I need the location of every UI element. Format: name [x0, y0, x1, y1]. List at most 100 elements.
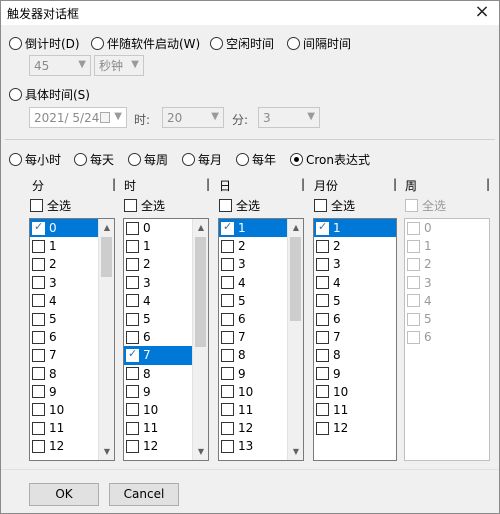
- checkbox[interactable]: [126, 421, 139, 435]
- minute-listbox[interactable]: 0123456789101112 ▲ ▼: [29, 218, 115, 461]
- list-item-minute[interactable]: 2: [30, 255, 98, 273]
- checkbox[interactable]: [221, 348, 234, 362]
- checkbox[interactable]: [126, 439, 139, 453]
- checkbox[interactable]: [32, 294, 45, 308]
- checkbox[interactable]: [221, 367, 234, 381]
- checkbox[interactable]: [126, 312, 139, 326]
- checkbox[interactable]: [316, 257, 329, 271]
- checkbox[interactable]: [221, 439, 234, 453]
- checkbox[interactable]: [316, 348, 329, 362]
- checkbox[interactable]: [316, 385, 329, 399]
- radio-follow-software[interactable]: 伴随软件启动(W): [91, 35, 200, 52]
- list-item-minute[interactable]: 4: [30, 292, 98, 310]
- list-item-hour[interactable]: 8: [124, 365, 192, 383]
- list-item-day[interactable]: 7: [219, 328, 287, 346]
- list-item-minute[interactable]: 9: [30, 383, 98, 401]
- list-item-day[interactable]: 5: [219, 292, 287, 310]
- scroll-down-icon[interactable]: ▼: [193, 443, 208, 460]
- list-item-hour[interactable]: 5: [124, 310, 192, 328]
- checkbox[interactable]: [126, 330, 139, 344]
- checkbox[interactable]: [126, 347, 139, 362]
- checkbox[interactable]: [221, 330, 234, 344]
- list-item-month[interactable]: 5: [314, 292, 396, 310]
- list-item-minute[interactable]: 10: [30, 401, 98, 419]
- list-item-minute[interactable]: 12: [30, 437, 98, 455]
- day-listbox[interactable]: 12345678910111213 ▲ ▼: [218, 218, 304, 461]
- list-item-month[interactable]: 9: [314, 365, 396, 383]
- radio-hourly[interactable]: 每小时: [9, 151, 61, 168]
- list-item-day[interactable]: 1: [219, 219, 287, 238]
- select-all-hour[interactable]: 全选: [124, 197, 165, 214]
- list-item-day[interactable]: 12: [219, 419, 287, 437]
- scroll-thumb[interactable]: [101, 237, 112, 277]
- checkbox[interactable]: [126, 276, 139, 290]
- checkbox[interactable]: [126, 257, 139, 271]
- checkbox[interactable]: [316, 220, 329, 235]
- list-item-minute[interactable]: 5: [30, 310, 98, 328]
- checkbox[interactable]: [316, 421, 329, 435]
- scroll-up-icon[interactable]: ▲: [99, 219, 114, 236]
- radio-countdown[interactable]: 倒计时(D): [9, 35, 80, 52]
- checkbox[interactable]: [126, 367, 139, 381]
- radio-interval-time[interactable]: 间隔时间: [287, 35, 351, 52]
- radio-daily[interactable]: 每天: [74, 151, 114, 168]
- checkbox[interactable]: [32, 403, 45, 417]
- month-listbox[interactable]: 123456789101112: [313, 218, 397, 461]
- list-item-hour[interactable]: 2: [124, 255, 192, 273]
- list-item-hour[interactable]: 0: [124, 219, 192, 237]
- scrollbar[interactable]: ▲ ▼: [98, 219, 114, 460]
- radio-cron[interactable]: Cron表达式: [290, 151, 370, 168]
- scroll-down-icon[interactable]: ▼: [288, 443, 303, 460]
- list-item-day[interactable]: 9: [219, 365, 287, 383]
- checkbox[interactable]: [126, 385, 139, 399]
- checkbox[interactable]: [221, 385, 234, 399]
- minute-select[interactable]: 3 ▼: [258, 107, 320, 128]
- list-item-day[interactable]: 8: [219, 346, 287, 364]
- list-item-hour[interactable]: 7: [124, 346, 192, 365]
- list-item-month[interactable]: 8: [314, 346, 396, 364]
- checkbox[interactable]: [32, 220, 45, 235]
- checkbox[interactable]: [32, 276, 45, 290]
- checkbox[interactable]: [221, 276, 234, 290]
- checkbox[interactable]: [32, 367, 45, 381]
- list-item-minute[interactable]: 11: [30, 419, 98, 437]
- list-item-minute[interactable]: 3: [30, 274, 98, 292]
- checkbox[interactable]: [316, 276, 329, 290]
- list-item-month[interactable]: 12: [314, 419, 396, 437]
- list-item-minute[interactable]: 6: [30, 328, 98, 346]
- checkbox[interactable]: [316, 403, 329, 417]
- cancel-button[interactable]: Cancel: [109, 483, 179, 506]
- list-item-hour[interactable]: 1: [124, 237, 192, 255]
- scrollbar[interactable]: ▲ ▼: [192, 219, 208, 460]
- checkbox[interactable]: [221, 403, 234, 417]
- radio-specific-time[interactable]: 具体时间(S): [9, 86, 90, 103]
- list-item-month[interactable]: 1: [314, 219, 396, 238]
- checkbox[interactable]: [126, 294, 139, 308]
- countdown-unit-select[interactable]: 秒钟 ▼: [94, 55, 144, 76]
- checkbox[interactable]: [221, 312, 234, 326]
- list-item-month[interactable]: 3: [314, 255, 396, 273]
- close-icon[interactable]: ×: [471, 2, 493, 24]
- list-item-day[interactable]: 10: [219, 383, 287, 401]
- checkbox[interactable]: [316, 330, 329, 344]
- date-picker[interactable]: 2021/ 5/24 ▼: [29, 107, 127, 128]
- scroll-thumb[interactable]: [195, 237, 206, 347]
- checkbox[interactable]: [32, 257, 45, 271]
- list-item-hour[interactable]: 3: [124, 274, 192, 292]
- radio-yearly[interactable]: 每年: [236, 151, 276, 168]
- scroll-down-icon[interactable]: ▼: [99, 443, 114, 460]
- countdown-value-select[interactable]: 45 ▼: [29, 55, 91, 76]
- radio-idle-time[interactable]: 空闲时间: [210, 35, 274, 52]
- list-item-day[interactable]: 11: [219, 401, 287, 419]
- list-item-day[interactable]: 2: [219, 237, 287, 255]
- checkbox[interactable]: [32, 385, 45, 399]
- checkbox[interactable]: [32, 239, 45, 253]
- list-item-minute[interactable]: 0: [30, 219, 98, 238]
- list-item-month[interactable]: 6: [314, 310, 396, 328]
- list-item-month[interactable]: 4: [314, 274, 396, 292]
- scroll-up-icon[interactable]: ▲: [288, 219, 303, 236]
- checkbox[interactable]: [221, 239, 234, 253]
- list-item-hour[interactable]: 10: [124, 401, 192, 419]
- checkbox[interactable]: [126, 239, 139, 253]
- checkbox[interactable]: [316, 294, 329, 308]
